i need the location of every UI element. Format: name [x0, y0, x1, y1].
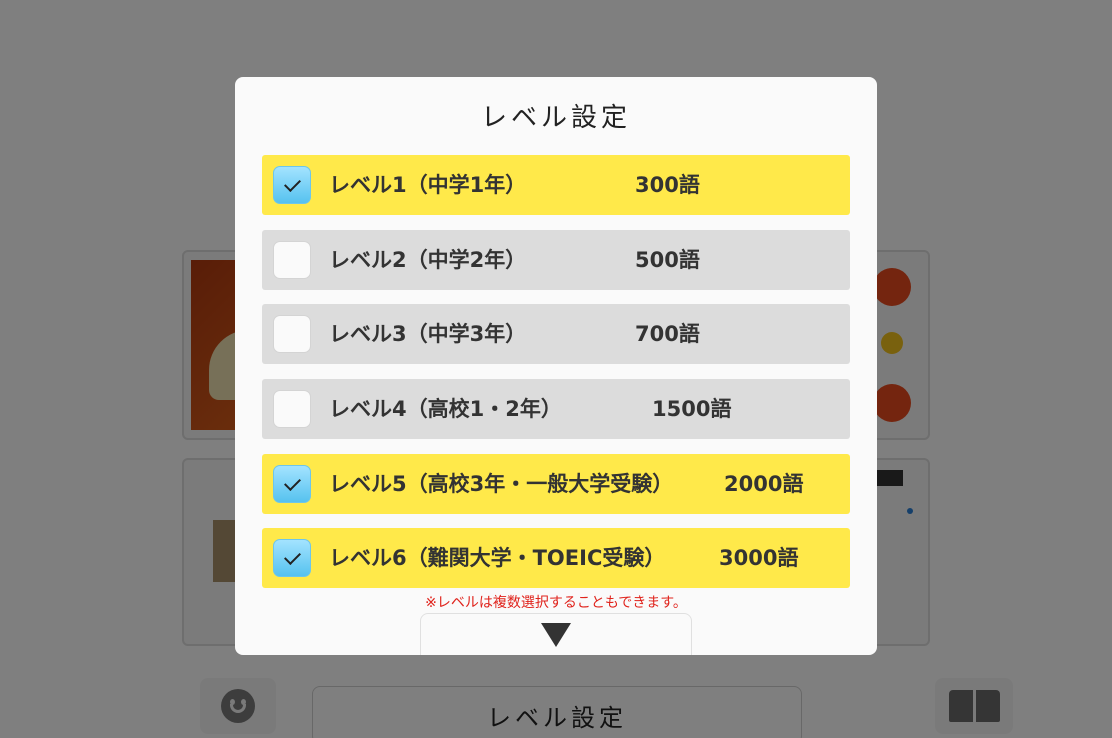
level-label: レベル2（中学2年）: [329, 248, 527, 272]
level-option-5[interactable]: レベル5（高校3年・一般大学受験） 2000語: [262, 454, 850, 514]
level-checkbox[interactable]: [273, 241, 311, 279]
check-icon: [283, 548, 301, 565]
check-icon: [283, 474, 301, 491]
level-word-count: 700語: [635, 322, 700, 346]
level-word-count: 300語: [635, 173, 700, 197]
scroll-more-button[interactable]: [420, 613, 692, 655]
check-icon: [283, 175, 301, 192]
level-word-count: 1500語: [652, 397, 732, 421]
level-checkbox[interactable]: [273, 166, 311, 204]
level-settings-dialog: レベル設定 レベル1（中学1年） 300語 レベル2（中学2年） 500語 レベ…: [235, 77, 877, 655]
level-word-count: 500語: [635, 248, 700, 272]
level-option-2[interactable]: レベル2（中学2年） 500語: [262, 230, 850, 290]
level-label: レベル4（高校1・2年）: [329, 397, 562, 421]
level-option-4[interactable]: レベル4（高校1・2年） 1500語: [262, 379, 850, 439]
level-checkbox[interactable]: [273, 315, 311, 353]
level-label: レベル5（高校3年・一般大学受験）: [329, 472, 674, 496]
level-word-count: 3000語: [719, 546, 799, 570]
level-label: レベル6（難関大学・TOEIC受験）: [329, 546, 666, 570]
level-checkbox[interactable]: [273, 539, 311, 577]
level-option-3[interactable]: レベル3（中学3年） 700語: [262, 304, 850, 364]
level-word-count: 2000語: [724, 472, 804, 496]
level-option-1[interactable]: レベル1（中学1年） 300語: [262, 155, 850, 215]
level-label: レベル1（中学1年）: [329, 173, 527, 197]
level-checkbox[interactable]: [273, 390, 311, 428]
triangle-down-icon: [541, 623, 571, 647]
level-option-6[interactable]: レベル6（難関大学・TOEIC受験） 3000語: [262, 528, 850, 588]
level-checkbox[interactable]: [273, 465, 311, 503]
multi-select-note: ※レベルは複数選択することもできます。: [425, 595, 687, 611]
level-label: レベル3（中学3年）: [329, 322, 527, 346]
dialog-title: レベル設定: [480, 103, 631, 133]
